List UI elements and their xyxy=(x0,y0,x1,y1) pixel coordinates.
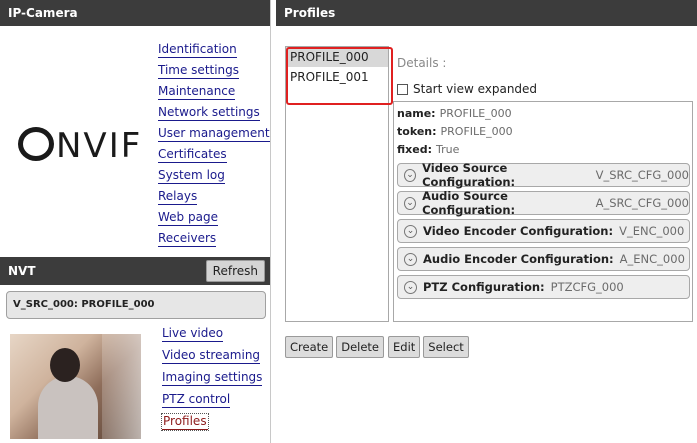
submenu-imaging-settings[interactable]: Imaging settings xyxy=(162,370,263,386)
select-button[interactable]: Select xyxy=(423,336,469,358)
logo-o-ring xyxy=(18,127,54,161)
fixed-key: fixed: xyxy=(397,143,432,156)
profile-details: name: PROFILE_000 token: PROFILE_000 fixed… xyxy=(393,101,693,322)
token-row: token: PROFILE_000 xyxy=(394,123,692,141)
config-video-encoder[interactable]: ⌄ Video Encoder Configuration: V_ENC_000 xyxy=(397,219,690,243)
nvt-submenu: Live video Video streaming Imaging setti… xyxy=(161,326,263,436)
fixed-row: fixed: True xyxy=(394,141,692,159)
profile-actions: Create Delete Edit Select xyxy=(285,336,472,358)
delete-button[interactable]: Delete xyxy=(336,336,385,358)
submenu-video-streaming[interactable]: Video streaming xyxy=(162,348,261,364)
profile-list-item[interactable]: PROFILE_001 xyxy=(286,67,388,87)
menu-receivers[interactable]: Receivers xyxy=(158,231,217,247)
config-video-source[interactable]: ⌄ Video Source Configuration: V_SRC_CFG_… xyxy=(397,161,690,189)
nvt-title: NVT xyxy=(8,264,36,278)
config-value: V_ENC_000 xyxy=(619,224,685,238)
chevron-down-icon: ⌄ xyxy=(404,168,417,182)
start-expanded-label: Start view expanded xyxy=(413,82,538,96)
create-button[interactable]: Create xyxy=(285,336,334,358)
video-thumbnail[interactable] xyxy=(10,334,141,439)
thumb-figure-body xyxy=(38,376,98,439)
fixed-value: True xyxy=(435,143,460,156)
config-label: PTZ Configuration: xyxy=(423,280,545,294)
menu-web-page[interactable]: Web page xyxy=(158,210,218,226)
name-value: PROFILE_000 xyxy=(439,107,512,120)
submenu-live-video[interactable]: Live video xyxy=(162,326,224,342)
config-value: A_ENC_000 xyxy=(619,252,685,266)
start-expanded-option[interactable]: Start view expanded xyxy=(397,82,537,96)
right-panel: Profiles PROFILE_000 PROFILE_001 Details… xyxy=(276,0,697,443)
edit-button[interactable]: Edit xyxy=(388,336,421,358)
config-ptz[interactable]: ⌄ PTZ Configuration: PTZCFG_000 xyxy=(397,275,690,299)
thumb-figure-head xyxy=(50,348,80,382)
device-menu: Identification Time settings Maintenance… xyxy=(158,42,270,252)
menu-network-settings[interactable]: Network settings xyxy=(158,105,260,121)
details-label: Details : xyxy=(397,56,447,70)
profile-selector[interactable]: V_SRC_000: PROFILE_000 xyxy=(6,291,266,319)
left-header: IP-Camera xyxy=(0,0,270,26)
menu-relays[interactable]: Relays xyxy=(158,189,198,205)
config-label: Video Encoder Configuration: xyxy=(423,224,614,238)
config-label: Audio Source Configuration: xyxy=(422,189,516,217)
token-value: PROFILE_000 xyxy=(440,125,513,138)
config-audio-encoder[interactable]: ⌄ Audio Encoder Configuration: A_ENC_000 xyxy=(397,247,690,271)
onvif-logo: NVIF xyxy=(18,122,142,166)
config-value: A_SRC_CFG_000 xyxy=(595,196,689,210)
config-label: Audio Encoder Configuration: xyxy=(423,252,614,266)
config-label: Video Source Configuration: xyxy=(422,161,516,189)
submenu-profiles[interactable]: Profiles xyxy=(161,413,209,431)
menu-identification[interactable]: Identification xyxy=(158,42,237,58)
nvt-header: NVT Refresh xyxy=(0,257,270,285)
refresh-button[interactable]: Refresh xyxy=(205,260,265,282)
config-value: V_SRC_CFG_000 xyxy=(595,168,689,182)
logo-text: NVIF xyxy=(56,126,143,166)
chevron-down-icon: ⌄ xyxy=(404,224,417,238)
app-frame: IP-Camera NVIF Identification Time setti… xyxy=(0,0,697,443)
menu-time-settings[interactable]: Time settings xyxy=(158,63,240,79)
name-key: name: xyxy=(397,107,436,120)
token-key: token: xyxy=(397,125,437,138)
chevron-down-icon: ⌄ xyxy=(404,196,417,210)
menu-system-log[interactable]: System log xyxy=(158,168,225,184)
start-expanded-checkbox[interactable] xyxy=(397,83,408,95)
chevron-down-icon: ⌄ xyxy=(404,280,417,294)
submenu-ptz-control[interactable]: PTZ control xyxy=(162,392,231,408)
config-audio-source[interactable]: ⌄ Audio Source Configuration: A_SRC_CFG_… xyxy=(397,189,690,217)
menu-certificates[interactable]: Certificates xyxy=(158,147,227,163)
profiles-header: Profiles xyxy=(276,0,697,26)
menu-user-management[interactable]: User management xyxy=(158,126,270,142)
chevron-down-icon: ⌄ xyxy=(404,252,417,266)
profile-list: PROFILE_000 PROFILE_001 xyxy=(285,46,389,322)
name-row: name: PROFILE_000 xyxy=(394,105,692,123)
menu-maintenance[interactable]: Maintenance xyxy=(158,84,236,100)
thumb-light xyxy=(102,334,141,439)
profile-list-item[interactable]: PROFILE_000 xyxy=(286,47,388,67)
left-panel: IP-Camera NVIF Identification Time setti… xyxy=(0,0,271,443)
config-value: PTZCFG_000 xyxy=(550,280,624,294)
